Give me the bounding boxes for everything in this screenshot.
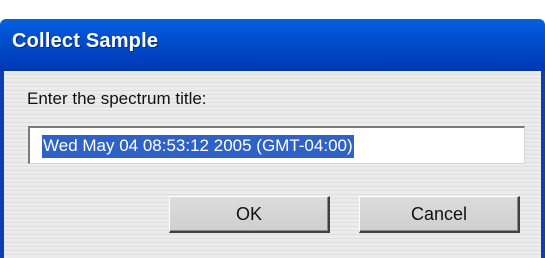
dialog-body: Enter the spectrum title: Wed May 04 08:… — [4, 71, 541, 258]
cancel-button[interactable]: Cancel — [359, 196, 520, 233]
ok-button[interactable]: OK — [169, 196, 330, 233]
spectrum-title-input[interactable]: Wed May 04 08:53:12 2005 (GMT-04:00) — [28, 126, 525, 164]
spectrum-title-label: Enter the spectrum title: — [27, 89, 207, 108]
collect-sample-dialog: Collect Sample Enter the spectrum title:… — [0, 19, 545, 258]
dialog-title: Collect Sample — [12, 30, 159, 52]
dialog-titlebar[interactable]: Collect Sample — [0, 19, 545, 71]
spectrum-title-value: Wed May 04 08:53:12 2005 (GMT-04:00) — [42, 135, 354, 158]
